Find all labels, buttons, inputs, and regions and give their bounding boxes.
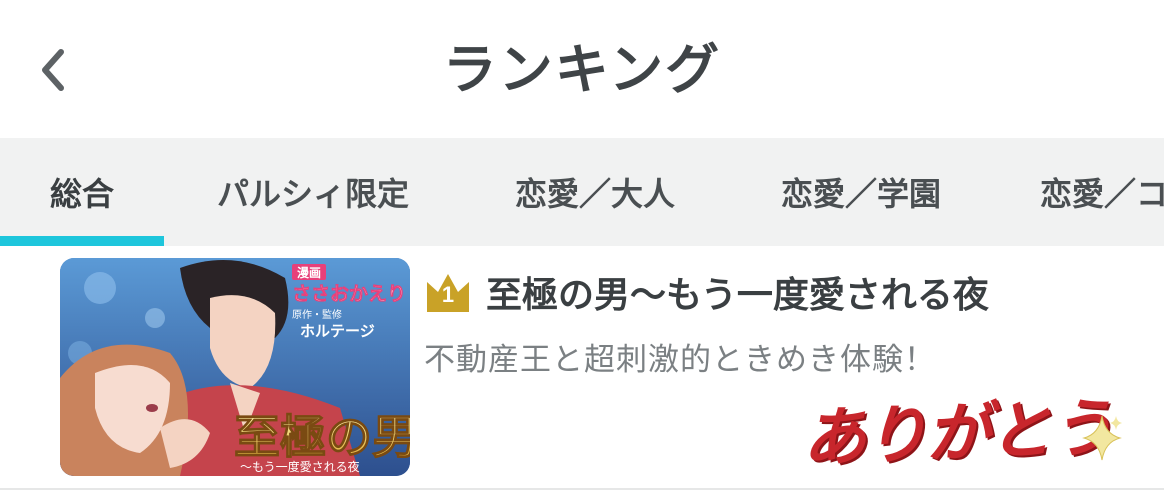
ranking-item[interactable]: 漫画 ささおかえり 原作・監修 ホルテージ 至極の男 〜もう一度愛される夜 1 … [0, 246, 1164, 488]
rank-badge: 1 [424, 268, 472, 314]
item-title: 至極の男〜もう一度愛される夜 [486, 275, 989, 316]
sparkle-icon [1082, 415, 1122, 461]
cover-author: ささおかえり [292, 283, 406, 305]
cover-title: 至極の男 [234, 410, 410, 464]
page-title: ランキング [442, 38, 722, 101]
tab-romance-school[interactable]: 恋愛／学園 [745, 138, 977, 246]
list-divider [0, 488, 1164, 490]
cover-credit-manga: 漫画 [297, 265, 321, 280]
cover-supervisor: ホルテージ [300, 322, 375, 340]
cover-thumbnail[interactable]: 漫画 ささおかえり 原作・監修 ホルテージ 至極の男 〜もう一度愛される夜 [60, 258, 410, 476]
app-header: ランキング [0, 0, 1164, 138]
ranking-list: 漫画 ささおかえり 原作・監修 ホルテージ 至極の男 〜もう一度愛される夜 1 … [0, 246, 1164, 495]
cover-subtitle: 〜もう一度愛される夜 [240, 459, 360, 474]
tab-romance-comedy[interactable]: 恋愛／コ [1012, 138, 1164, 246]
active-tab-indicator [0, 236, 164, 246]
tab-palcy-exclusive[interactable]: パルシィ限定 [190, 138, 436, 246]
thank-you-sticker: ありがとう [801, 391, 1114, 477]
item-description: 不動産王と超刺激的ときめき体験！ [424, 342, 936, 378]
cover-credit-original: 原作・監修 [292, 308, 342, 321]
tab-overall[interactable]: 総合 [0, 138, 164, 246]
cover-art: 漫画 ささおかえり 原作・監修 ホルテージ 至極の男 〜もう一度愛される夜 [60, 258, 410, 476]
rank-number: 1 [441, 282, 455, 307]
tab-romance-adult[interactable]: 恋愛／大人 [480, 138, 710, 246]
category-tab-bar: 総合 パルシィ限定 恋愛／大人 恋愛／学園 恋愛／コ [0, 138, 1164, 246]
